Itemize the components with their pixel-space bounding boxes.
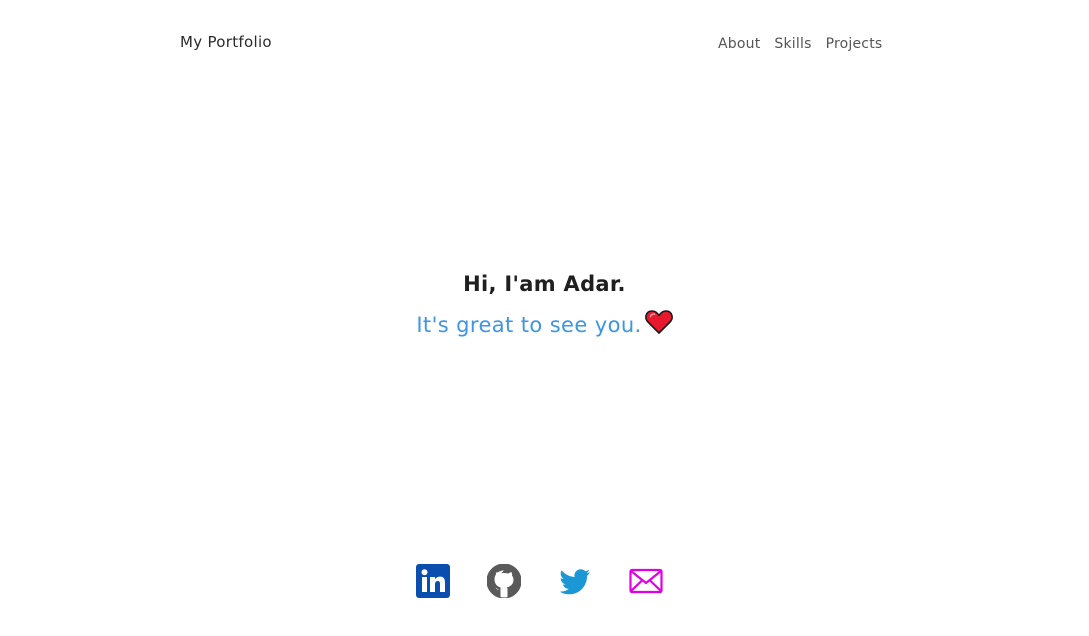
hero-subtitle: It's great to see you. [416,313,642,337]
nav-about[interactable]: About [718,36,760,52]
nav-skills[interactable]: Skills [774,36,811,52]
page: My Portfolio About Skills Projects Hi, I… [0,0,1089,636]
linkedin-icon[interactable] [416,564,450,598]
social-links [416,564,663,598]
mail-icon[interactable] [629,564,663,598]
heart-icon [644,309,673,335]
github-icon[interactable] [487,564,521,598]
hero-title: Hi, I'am Adar. [463,272,626,296]
top-nav: About Skills Projects [718,36,882,52]
hero-subtitle-row: It's great to see you. [416,309,673,340]
hero: Hi, I'am Adar. It's great to see you. [0,266,1089,340]
nav-projects[interactable]: Projects [826,36,883,52]
twitter-icon[interactable] [558,564,592,598]
brand-logo[interactable]: My Portfolio [180,33,272,51]
